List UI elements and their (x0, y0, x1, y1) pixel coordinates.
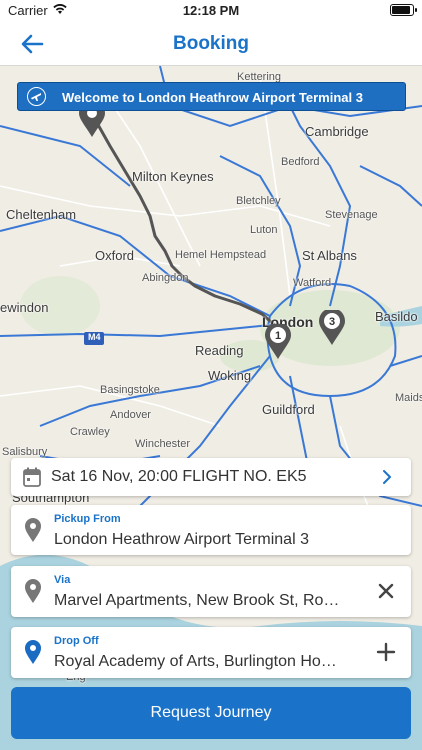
place-label: Winchester (135, 438, 191, 450)
waypoint-pin-3-icon[interactable]: 3 (318, 310, 346, 346)
dropoff-card[interactable]: Drop Off Royal Academy of Arts, Burlingt… (11, 627, 411, 678)
map-pin-icon (25, 518, 41, 542)
plus-icon[interactable] (373, 639, 399, 665)
place-label: Bletchley (236, 195, 281, 207)
place-label: Stevenage (325, 209, 378, 221)
pickup-card[interactable]: Pickup From London Heathrow Airport Term… (11, 505, 411, 555)
place-label: Basingstoke (100, 384, 160, 396)
place-label: Maidst (395, 392, 422, 404)
pickup-label: Pickup From (54, 513, 121, 525)
place-label: Luton (250, 224, 278, 236)
airplane-icon (27, 87, 46, 106)
pin-label: 1 (275, 330, 281, 342)
map-pin-icon (25, 579, 41, 603)
waypoint-pin-1-icon[interactable]: 1 (264, 324, 292, 360)
chevron-right-icon[interactable] (381, 469, 393, 485)
dropoff-label: Drop Off (54, 635, 99, 647)
nav-bar: Booking (0, 22, 422, 66)
dropoff-field[interactable]: Royal Academy of Arts, Burlington Ho… (54, 653, 354, 671)
place-label: Oxford (95, 248, 135, 263)
place-label: ewindon (0, 300, 49, 315)
status-bar: Carrier 12:18 PM (0, 0, 422, 22)
flight-date-card[interactable]: Sat 16 Nov, 20:00 FLIGHT NO. EK5 (11, 458, 411, 496)
via-card[interactable]: Via Marvel Apartments, New Brook St, Ro… (11, 566, 411, 617)
place-label: Andover (110, 409, 151, 421)
close-icon[interactable] (373, 578, 399, 604)
battery-icon (390, 4, 417, 16)
welcome-text: Welcome to London Heathrow Airport Termi… (62, 90, 363, 105)
place-label: Salisbury (2, 446, 48, 458)
via-label: Via (54, 574, 71, 586)
place-label: Basildo (375, 309, 418, 324)
page-title: Booking (173, 33, 249, 54)
place-label: Crawley (70, 426, 110, 438)
flight-date-text: Sat 16 Nov, 20:00 FLIGHT NO. EK5 (51, 468, 307, 485)
via-field[interactable]: Marvel Apartments, New Brook St, Ro… (54, 592, 354, 610)
place-label: Watford (293, 277, 332, 289)
place-label: Reading (195, 343, 244, 358)
place-label: St Albans (302, 248, 357, 263)
place-label: Woking (208, 368, 252, 383)
welcome-banner[interactable]: Welcome to London Heathrow Airport Termi… (17, 82, 406, 111)
place-label: Guildford (262, 402, 315, 417)
calendar-icon (23, 467, 41, 487)
place-label: Hemel Hempstead (175, 249, 267, 261)
pin-label: 3 (329, 316, 335, 328)
pickup-field[interactable]: London Heathrow Airport Terminal 3 (54, 531, 354, 549)
place-label: Milton Keynes (132, 169, 214, 184)
request-journey-button[interactable]: Request Journey (11, 687, 411, 739)
place-label: Bedford (281, 156, 320, 168)
place-label: Cambridge (305, 124, 369, 139)
clock: 12:18 PM (182, 3, 240, 18)
map-pin-icon (25, 640, 41, 664)
place-label: Cheltenham (6, 207, 77, 222)
place-label: Abingdon (142, 272, 189, 284)
motorway-shield: M4 (88, 332, 101, 342)
